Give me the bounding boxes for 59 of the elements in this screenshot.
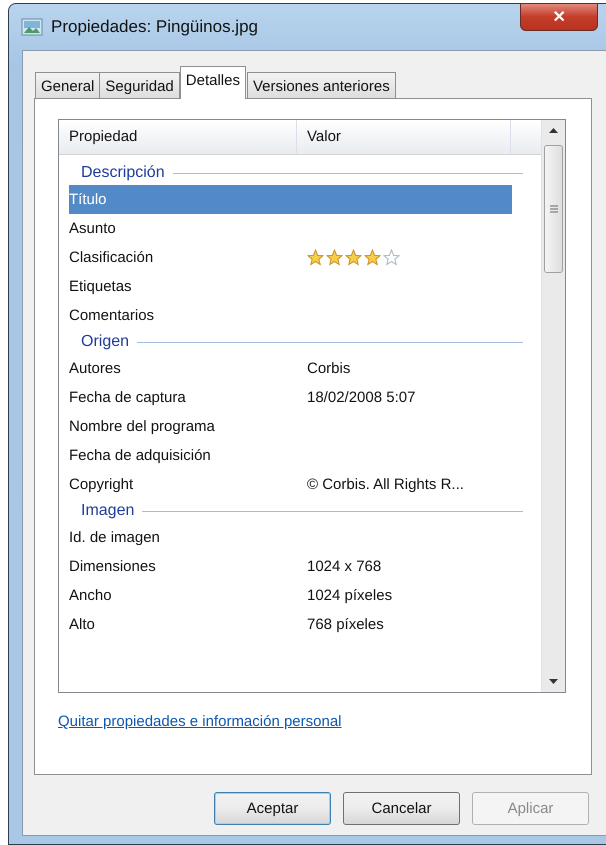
list-row[interactable]: Clasificación: [69, 243, 512, 272]
star-rating[interactable]: [307, 249, 400, 266]
property-name: Clasificación: [69, 249, 154, 266]
image-file-icon: [21, 18, 43, 36]
dialog-button[interactable]: Cancelar: [343, 792, 460, 825]
list-row[interactable]: Autores Corbis: [69, 354, 512, 383]
property-name: Autores: [69, 360, 122, 377]
scroll-thumb[interactable]: [544, 145, 563, 273]
property-name: Fecha de adquisición: [69, 447, 212, 464]
property-name: Id. de imagen: [69, 529, 161, 546]
property-value: 768 píxeles: [307, 616, 384, 633]
filled-star-icon: [307, 249, 324, 266]
property-value: 18/02/2008 5:07: [307, 389, 416, 406]
scroll-up-icon[interactable]: [549, 128, 558, 133]
list-row[interactable]: Fecha de adquisición: [69, 441, 512, 470]
property-value: 1024 x 768: [307, 558, 382, 575]
list-row[interactable]: Comentarios: [69, 301, 512, 330]
property-value: Corbis: [307, 360, 350, 377]
group-heading: Imagen: [81, 502, 134, 520]
property-name: Etiquetas: [69, 278, 133, 295]
property-name: Dimensiones: [69, 558, 157, 575]
tab[interactable]: General: [35, 72, 100, 99]
empty-star-icon: [383, 249, 400, 266]
list-row[interactable]: Nombre del programa: [69, 412, 512, 441]
tab[interactable]: Versiones anteriores: [246, 72, 396, 99]
dialog-button[interactable]: Aceptar: [214, 792, 331, 825]
close-button[interactable]: ✕: [520, 3, 598, 31]
property-name: Alto: [69, 616, 96, 633]
tab[interactable]: Seguridad: [99, 72, 180, 99]
list-row[interactable]: Título: [69, 185, 512, 214]
property-name: Comentarios: [69, 307, 156, 324]
filled-star-icon: [345, 249, 362, 266]
property-value: 1024 píxeles: [307, 587, 392, 604]
filled-star-icon: [364, 249, 381, 266]
property-name: Nombre del programa: [69, 418, 216, 435]
group-heading: Descripción: [81, 164, 165, 182]
filled-star-icon: [326, 249, 343, 266]
property-name: Copyright: [69, 476, 134, 493]
tab[interactable]: Detalles: [180, 66, 246, 99]
list-row[interactable]: Id. de imagen: [69, 523, 512, 552]
list-row[interactable]: Ancho 1024 píxeles: [69, 581, 512, 610]
list-row[interactable]: Fecha de captura 18/02/2008 5:07: [69, 383, 512, 412]
property-value: © Corbis. All Rights R...: [307, 476, 464, 493]
group-heading: Origen: [81, 333, 130, 351]
remove-properties-link[interactable]: Quitar propiedades e información personal: [58, 713, 342, 730]
property-name: Ancho: [69, 587, 113, 604]
scroll-down-icon[interactable]: [549, 679, 558, 684]
property-name: Título: [69, 191, 108, 208]
window-title: Propiedades: Pingüinos.jpg: [51, 17, 258, 37]
property-name: Asunto: [69, 220, 117, 237]
property-name: Fecha de captura: [69, 389, 187, 406]
vertical-scrollbar[interactable]: [541, 120, 565, 692]
column-header[interactable]: Propiedad: [59, 120, 297, 154]
list-row[interactable]: Copyright © Corbis. All Rights R...: [69, 470, 512, 499]
list-row[interactable]: Etiquetas: [69, 272, 512, 301]
list-row[interactable]: Alto 768 píxeles: [69, 610, 512, 639]
list-row[interactable]: Dimensiones 1024 x 768: [69, 552, 512, 581]
list-row[interactable]: Asunto: [69, 214, 512, 243]
column-header[interactable]: Valor: [297, 120, 511, 154]
